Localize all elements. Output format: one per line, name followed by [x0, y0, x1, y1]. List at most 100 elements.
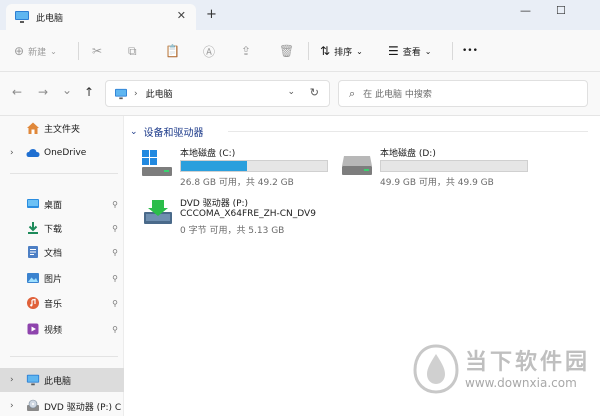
back-button[interactable]: ←	[12, 85, 22, 99]
separator	[78, 42, 79, 60]
video-icon	[27, 323, 39, 335]
divider	[10, 356, 118, 357]
sidebar-item-downloads[interactable]: 下载 ⚲	[0, 216, 124, 240]
separator	[308, 42, 309, 60]
sidebar-item-label: 主文件夹	[44, 124, 81, 135]
pin-icon: ⚲	[112, 324, 118, 334]
drive-name: 本地磁盘 (D:)	[380, 149, 436, 159]
breadcrumb[interactable]: 此电脑	[146, 87, 173, 100]
sidebar-item-home[interactable]: 主文件夹	[0, 116, 124, 140]
sidebar-item-label: 此电脑	[44, 376, 72, 387]
minimize-button[interactable]: —	[520, 4, 531, 17]
drive-name: 本地磁盘 (C:)	[180, 149, 236, 159]
computer-icon	[115, 88, 127, 99]
windows-drive-icon	[142, 150, 172, 176]
sidebar-item-label: DVD 驱动器 (P:) C	[44, 402, 122, 413]
sidebar-item-label: 桌面	[44, 200, 63, 211]
chevron-down-icon[interactable]: ⌄	[130, 127, 138, 137]
chevron-right-icon[interactable]: ›	[10, 148, 14, 158]
cloud-icon	[26, 149, 40, 157]
pin-icon: ⚲	[112, 247, 118, 257]
download-icon	[28, 222, 38, 234]
cut-icon[interactable]: ✂	[92, 37, 106, 65]
divider	[228, 131, 588, 132]
chevron-down-icon: ⌄	[424, 46, 432, 56]
document-icon	[28, 246, 38, 258]
sidebar-item-onedrive[interactable]: › OneDrive	[0, 141, 124, 165]
home-icon	[27, 122, 39, 134]
sidebar-item-label: 音乐	[44, 299, 63, 310]
tab-title: 此电脑	[36, 13, 64, 24]
address-bar[interactable]: › 此电脑 ⌄ ↻	[105, 80, 330, 107]
tab-this-pc[interactable]: 此电脑 ✕	[6, 4, 196, 30]
maximize-button[interactable]: ☐	[556, 4, 566, 17]
divider	[10, 173, 118, 174]
drive-volume-label: CCCOMA_X64FRE_ZH-CN_DV9	[180, 209, 316, 219]
watermark-logo	[413, 344, 459, 394]
sidebar-item-documents[interactable]: 文档 ⚲	[0, 240, 124, 264]
up-button[interactable]: ↑	[84, 85, 94, 99]
drive-info: 49.9 GB 可用，共 49.9 GB	[380, 178, 494, 188]
dvd-drive-p[interactable]: DVD 驱动器 (P:) CCCOMA_X64FRE_ZH-CN_DV9 0 字…	[140, 196, 400, 240]
refresh-icon[interactable]: ↻	[310, 86, 319, 99]
drive-d[interactable]: 本地磁盘 (D:) 49.9 GB 可用，共 49.9 GB	[340, 146, 540, 188]
chevron-right-icon[interactable]: ›	[134, 89, 138, 99]
sort-label: 排序	[334, 47, 353, 58]
recent-locations-button[interactable]: ⌄	[62, 83, 72, 97]
pin-icon: ⚲	[112, 298, 118, 308]
forward-button[interactable]: →	[38, 85, 48, 99]
tab-close-icon[interactable]: ✕	[177, 9, 186, 22]
new-tab-button[interactable]: +	[206, 7, 217, 22]
pin-icon: ⚲	[112, 223, 118, 233]
watermark-url: www.downxia.com	[465, 376, 577, 390]
search-icon: ⌕	[349, 86, 356, 100]
share-icon[interactable]: ⇪	[241, 37, 255, 65]
sidebar-item-music[interactable]: 音乐 ⚲	[0, 291, 124, 315]
new-button[interactable]: ⊕ 新建 ⌄	[14, 37, 57, 65]
view-icon: ☰	[388, 44, 399, 58]
command-bar: ⊕ 新建 ⌄ ✂ ⧉ 📋 Ⓐ ⇪ 🗑 ⇅ 排序 ⌄ ☰ 查看 ⌄ •••	[0, 30, 600, 72]
music-icon	[27, 297, 39, 309]
hard-drive-icon	[342, 156, 372, 175]
rename-icon[interactable]: Ⓐ	[203, 37, 219, 65]
delete-icon[interactable]: 🗑	[279, 37, 298, 65]
sidebar-item-dvd-drive[interactable]: › DVD 驱动器 (P:) C	[0, 394, 124, 416]
sidebar-item-label: OneDrive	[44, 148, 87, 158]
view-button[interactable]: ☰ 查看 ⌄	[388, 37, 431, 65]
group-header-devices[interactable]: ⌄ 设备和驱动器	[130, 124, 204, 140]
more-options-button[interactable]: •••	[462, 37, 478, 65]
group-title: 设备和驱动器	[143, 128, 204, 139]
view-label: 查看	[402, 47, 421, 58]
watermark-text: 当下软件园	[465, 350, 591, 375]
search-input[interactable]: ⌕ 在 此电脑 中搜索	[338, 80, 588, 107]
chevron-down-icon: ⌄	[356, 46, 363, 56]
dvd-drive-icon	[27, 399, 39, 411]
chevron-right-icon[interactable]: ›	[10, 375, 14, 385]
navigation-pane: 主文件夹 › OneDrive 桌面 ⚲ 下载 ⚲ 文档 ⚲ 图片 ⚲ 音乐 ⚲…	[0, 116, 124, 416]
sort-icon: ⇅	[320, 44, 331, 58]
sidebar-item-pictures[interactable]: 图片 ⚲	[0, 266, 124, 290]
sidebar-item-label: 图片	[44, 274, 63, 285]
pin-icon: ⚲	[112, 199, 118, 209]
navigation-bar: ← → ⌄ ↑ › 此电脑 ⌄ ↻ ⌕ 在 此电脑 中搜索	[0, 72, 600, 116]
drive-usage-bar	[380, 160, 528, 172]
sidebar-item-desktop[interactable]: 桌面 ⚲	[0, 192, 124, 216]
separator	[452, 42, 453, 60]
drive-c[interactable]: 本地磁盘 (C:) 26.8 GB 可用，共 49.2 GB	[140, 146, 340, 188]
chevron-right-icon[interactable]: ›	[10, 401, 14, 411]
pictures-icon	[27, 273, 39, 283]
sidebar-item-this-pc[interactable]: › 此电脑	[0, 368, 124, 392]
drive-usage-bar	[180, 160, 328, 172]
sidebar-item-videos[interactable]: 视频 ⚲	[0, 317, 124, 341]
search-placeholder: 在 此电脑 中搜索	[363, 90, 432, 100]
copy-icon[interactable]: ⧉	[128, 37, 141, 65]
sort-button[interactable]: ⇅ 排序 ⌄	[320, 37, 363, 65]
sidebar-item-label: 下载	[44, 224, 63, 235]
paste-icon[interactable]: 📋	[165, 37, 184, 65]
desktop-icon	[27, 199, 39, 208]
drive-info: 26.8 GB 可用，共 49.2 GB	[180, 178, 294, 188]
address-dropdown-icon[interactable]: ⌄	[287, 87, 295, 97]
new-label: 新建	[28, 47, 47, 58]
drive-usage-fill	[181, 161, 248, 171]
drive-name: DVD 驱动器 (P:)	[180, 199, 249, 209]
